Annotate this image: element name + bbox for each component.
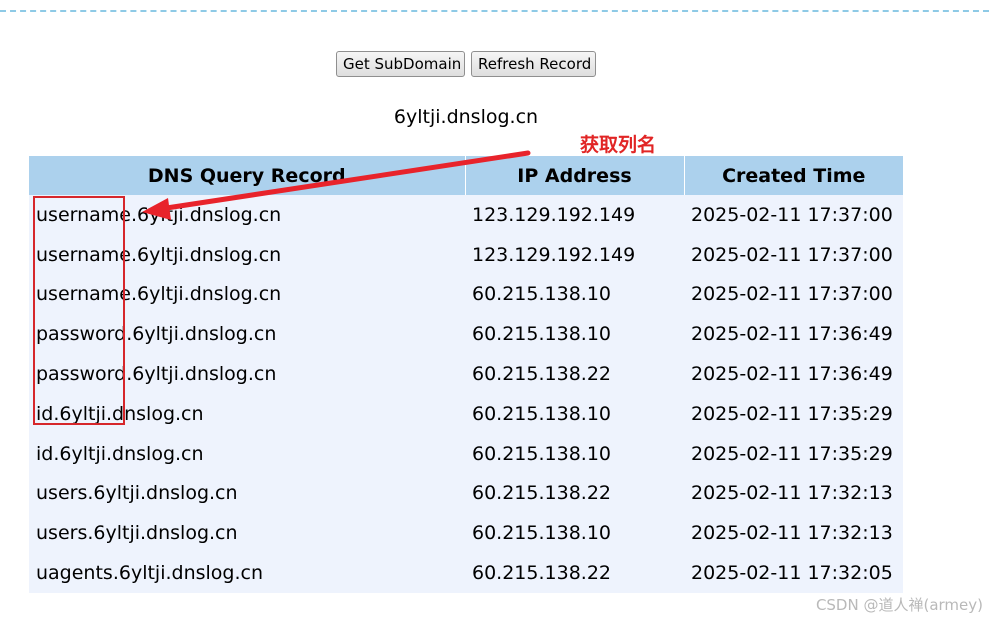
- created-time-cell: 2025-02-11 17:32:13: [691, 522, 893, 545]
- get-subdomain-button[interactable]: Get SubDomain: [336, 51, 465, 77]
- created-time-cell: 2025-02-11 17:35:29: [691, 442, 893, 465]
- dns-record-cell: id.6yltji.dnslog.cn: [36, 442, 204, 465]
- table-row: id.6yltji.dnslog.cn 60.215.138.10 2025-02-…: [29, 434, 903, 474]
- ip-address-cell: 123.129.192.149: [472, 243, 636, 266]
- ip-address-cell: 60.215.138.10: [472, 283, 612, 306]
- ip-address-cell: 60.215.138.22: [472, 482, 612, 505]
- table-row: username.6yltji.dnslog.cn 123.129.192.149…: [29, 235, 903, 275]
- created-time-cell: 2025-02-11 17:37:00: [691, 243, 893, 266]
- csdn-watermark: CSDN @道人禅(armey): [815, 596, 983, 614]
- dns-record-cell: uagents.6yltji.dnslog.cn: [36, 562, 264, 585]
- column-header-ip-address: IP Address: [464, 156, 684, 195]
- table-row: users.6yltji.dnslog.cn 60.215.138.22 2025-…: [29, 474, 903, 514]
- ip-address-cell: 123.129.192.149: [472, 203, 636, 226]
- dns-records-table: DNS Query Record IP Address Created Time…: [29, 156, 903, 593]
- created-time-cell: 2025-02-11 17:32:13: [691, 482, 893, 505]
- ip-address-cell: 60.215.138.10: [472, 402, 612, 425]
- dns-record-cell: users.6yltji.dnslog.cn: [36, 522, 238, 545]
- table-row: password.6yltji.dnslog.cn 60.215.138.10 20…: [29, 314, 903, 354]
- column-header-created-time: Created Time: [683, 156, 903, 195]
- table-row: id.6yltji.dnslog.cn 60.215.138.10 2025-02-…: [29, 394, 903, 434]
- created-time-cell: 2025-02-11 17:32:05: [691, 562, 893, 585]
- dashed-divider: [0, 10, 989, 12]
- table-row: users.6yltji.dnslog.cn 60.215.138.10 2025-…: [29, 513, 903, 553]
- ip-address-cell: 60.215.138.10: [472, 522, 612, 545]
- created-time-cell: 2025-02-11 17:37:00: [691, 203, 893, 226]
- subdomain-text: 6yltji.dnslog.cn: [393, 106, 539, 128]
- created-time-cell: 2025-02-11 17:36:49: [691, 323, 893, 346]
- column-header-dns-query-record: DNS Query Record: [29, 156, 465, 195]
- table-body: username.6yltji.dnslog.cn 123.129.192.149…: [29, 195, 903, 593]
- created-time-cell: 2025-02-11 17:35:29: [691, 402, 893, 425]
- table-row: uagents.6yltji.dnslog.cn 60.215.138.22 202…: [29, 553, 903, 593]
- created-time-cell: 2025-02-11 17:36:49: [691, 363, 893, 386]
- ip-address-cell: 60.215.138.10: [472, 442, 612, 465]
- dns-record-cell: users.6yltji.dnslog.cn: [36, 482, 238, 505]
- table-row: password.6yltji.dnslog.cn 60.215.138.22 20…: [29, 354, 903, 394]
- ip-address-cell: 60.215.138.22: [472, 363, 612, 386]
- table-row: username.6yltji.dnslog.cn 123.129.192.149…: [29, 195, 903, 235]
- table-header-row: DNS Query Record IP Address Created Time: [29, 156, 903, 195]
- table-row: username.6yltji.dnslog.cn 60.215.138.10 20…: [29, 275, 903, 315]
- ip-address-cell: 60.215.138.22: [472, 562, 612, 585]
- refresh-record-button[interactable]: Refresh Record: [471, 51, 596, 77]
- ip-address-cell: 60.215.138.10: [472, 323, 612, 346]
- annotation-note: 获取列名: [580, 134, 657, 156]
- column-name-highlight-box: [33, 196, 125, 425]
- created-time-cell: 2025-02-11 17:37:00: [691, 283, 893, 306]
- page: Get SubDomain Refresh Record 6yltji.dnsl…: [0, 0, 989, 622]
